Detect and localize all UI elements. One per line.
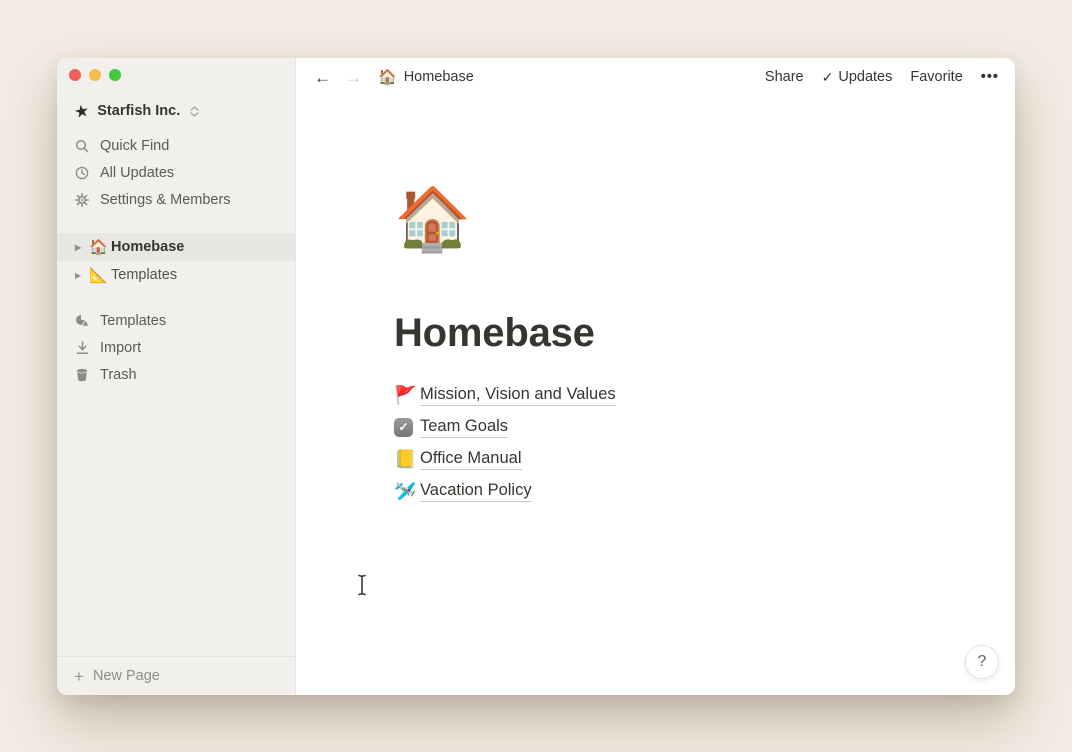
sidebar-item-quick-find[interactable]: Quick Find xyxy=(57,132,295,159)
zoom-window-button[interactable] xyxy=(109,69,121,81)
sidebar-page-label: Homebase xyxy=(111,239,184,255)
clock-icon xyxy=(74,166,90,180)
share-label: Share xyxy=(765,69,804,85)
sidebar-item-label: Quick Find xyxy=(100,138,169,154)
sidebar-item-settings-members[interactable]: Settings & Members xyxy=(57,186,295,213)
page-icon-house-emoji[interactable]: 🏠 xyxy=(394,185,471,255)
plus-icon: + xyxy=(74,668,84,685)
sidebar-item-label: Templates xyxy=(100,313,166,329)
chevron-updown-icon xyxy=(190,106,199,117)
breadcrumb[interactable]: 🏠 Homebase xyxy=(378,69,474,85)
favorite-button[interactable]: Favorite xyxy=(910,69,962,85)
sidebar-page-homebase[interactable]: ▶ 🏠 Homebase xyxy=(57,233,295,261)
sidebar-item-trash[interactable]: Trash xyxy=(57,361,295,388)
sidebar-item-templates[interactable]: Templates xyxy=(57,307,295,334)
page-link-team-goals[interactable]: ✓ Team Goals xyxy=(394,411,1015,443)
topbar: ← → 🏠 Homebase Share ✓ Updates Favorite … xyxy=(296,58,1015,96)
share-button[interactable]: Share xyxy=(765,69,804,85)
starfish-logo-icon: ★ xyxy=(73,101,91,120)
search-icon xyxy=(74,139,90,153)
gear-icon xyxy=(74,193,90,207)
disclosure-triangle-icon[interactable]: ▶ xyxy=(75,243,89,252)
traffic-lights xyxy=(69,69,121,81)
breadcrumb-label: Homebase xyxy=(404,69,474,85)
app-window: ★ Starfish Inc. Quick Find xyxy=(57,58,1015,695)
more-options-button[interactable]: ••• xyxy=(981,69,999,85)
sidebar-tools: Templates Import xyxy=(57,307,295,388)
check-icon: ✓ xyxy=(822,69,834,86)
sidebar-item-label: Import xyxy=(100,340,141,356)
main-area: ← → 🏠 Homebase Share ✓ Updates Favorite … xyxy=(296,58,1015,695)
page-body[interactable]: 🏠 Homebase 🚩 Mission, Vision and Values … xyxy=(296,96,1015,695)
sidebar-item-all-updates[interactable]: All Updates xyxy=(57,159,295,186)
text-cursor-ibeam xyxy=(356,574,368,596)
ledger-emoji-icon: 📒 xyxy=(394,450,420,468)
flag-emoji-icon: 🚩 xyxy=(394,386,420,404)
checkbox-icon: ✓ xyxy=(394,418,413,437)
updates-button[interactable]: ✓ Updates xyxy=(822,69,893,86)
help-label: ? xyxy=(978,653,987,671)
sidebar-item-label: Trash xyxy=(100,367,137,383)
minimize-window-button[interactable] xyxy=(89,69,101,81)
page-links: 🚩 Mission, Vision and Values ✓ Team Goal… xyxy=(394,379,1015,507)
house-emoji-icon: 🏠 xyxy=(89,240,111,255)
shapes-icon xyxy=(74,314,90,328)
workspace-switcher[interactable]: ★ Starfish Inc. xyxy=(57,98,295,124)
sidebar-menu: Quick Find All Updates xyxy=(57,132,295,213)
page-link-mission[interactable]: 🚩 Mission, Vision and Values xyxy=(394,379,1015,411)
sidebar-page-templates[interactable]: ▶ 📐 Templates xyxy=(57,261,295,289)
trash-icon xyxy=(74,368,90,382)
triangle-ruler-emoji-icon: 📐 xyxy=(89,268,111,283)
back-arrow-icon[interactable]: ← xyxy=(310,67,335,88)
document: 🏠 Homebase 🚩 Mission, Vision and Values … xyxy=(296,96,1015,507)
house-emoji-icon: 🏠 xyxy=(378,70,397,85)
page-link-label: Office Manual xyxy=(420,449,522,470)
topbar-actions: Share ✓ Updates Favorite ••• xyxy=(765,69,999,86)
sidebar-item-import[interactable]: Import xyxy=(57,334,295,361)
page-title[interactable]: Homebase xyxy=(394,311,1015,355)
favorite-label: Favorite xyxy=(910,69,962,85)
import-icon xyxy=(74,341,90,355)
page-link-office-manual[interactable]: 📒 Office Manual xyxy=(394,443,1015,475)
sidebar-item-label: Settings & Members xyxy=(100,192,231,208)
sidebar-pages: ▶ 🏠 Homebase ▶ 📐 Templates xyxy=(57,233,295,289)
sidebar: ★ Starfish Inc. Quick Find xyxy=(57,58,296,695)
new-page-button[interactable]: + New Page xyxy=(57,656,295,695)
sidebar-content: ★ Starfish Inc. Quick Find xyxy=(57,58,295,388)
sidebar-item-label: All Updates xyxy=(100,165,174,181)
forward-arrow-icon[interactable]: → xyxy=(341,67,366,88)
new-page-label: New Page xyxy=(93,668,160,684)
page-link-label: Mission, Vision and Values xyxy=(420,385,616,406)
sidebar-page-label: Templates xyxy=(111,267,177,283)
close-window-button[interactable] xyxy=(69,69,81,81)
workspace-name: Starfish Inc. xyxy=(97,103,180,119)
page-link-label: Team Goals xyxy=(420,417,508,438)
page-link-label: Vacation Policy xyxy=(420,481,532,502)
airplane-emoji-icon: 🛩️ xyxy=(394,482,420,500)
updates-label: Updates xyxy=(838,69,892,85)
help-button[interactable]: ? xyxy=(965,645,999,679)
disclosure-triangle-icon[interactable]: ▶ xyxy=(75,271,89,280)
page-link-vacation-policy[interactable]: 🛩️ Vacation Policy xyxy=(394,475,1015,507)
